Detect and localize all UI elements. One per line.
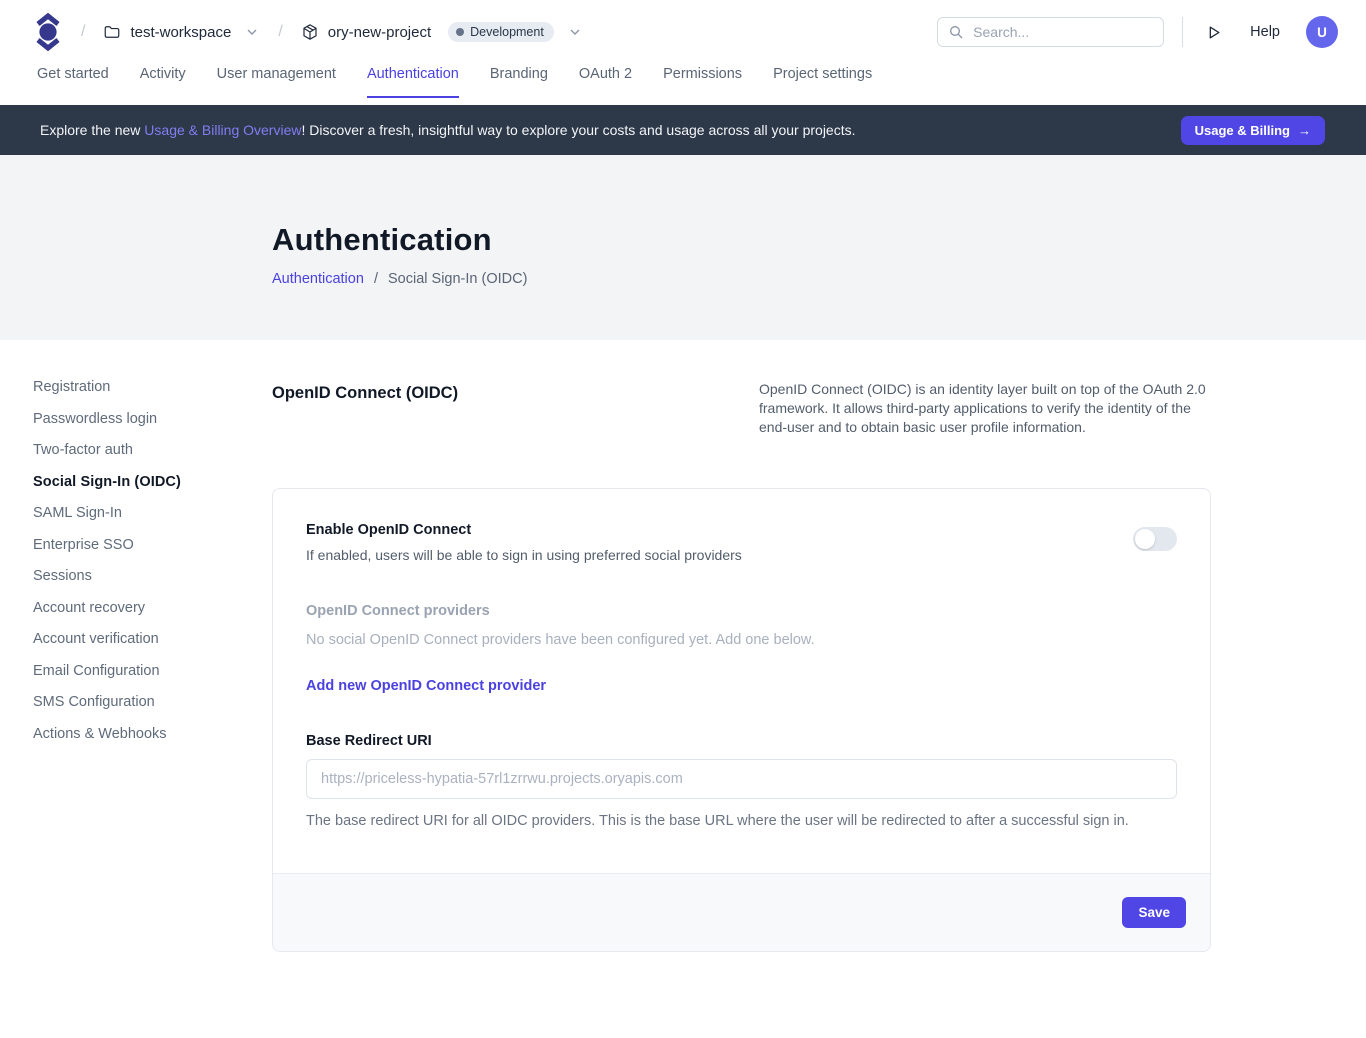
folder-icon — [103, 23, 121, 41]
providers-empty-text: No social OpenID Connect providers have … — [306, 632, 1177, 648]
search-input[interactable] — [973, 24, 1153, 40]
environment-dot-icon — [456, 28, 464, 36]
play-icon[interactable] — [1205, 24, 1222, 41]
tab-get-started[interactable]: Get started — [37, 66, 109, 98]
add-provider-link[interactable]: Add new OpenID Connect provider — [306, 678, 546, 694]
package-icon — [301, 23, 319, 41]
base-redirect-uri-input[interactable] — [306, 759, 1177, 799]
oidc-settings-card: Enable OpenID Connect If enabled, users … — [272, 488, 1211, 952]
tab-permissions[interactable]: Permissions — [663, 66, 742, 98]
arrow-right-icon: → — [1298, 123, 1311, 138]
sidebar-item-passwordless-login[interactable]: Passwordless login — [33, 412, 272, 426]
sidebar-item-sms-configuration[interactable]: SMS Configuration — [33, 695, 272, 709]
tab-user-management[interactable]: User management — [217, 66, 336, 98]
page-hero: Authentication Authentication / Social S… — [0, 155, 1366, 340]
tab-project-settings[interactable]: Project settings — [773, 66, 872, 98]
breadcrumb-separator: / — [81, 23, 85, 41]
sidebar-item-enterprise-sso[interactable]: Enterprise SSO — [33, 538, 272, 552]
tab-authentication[interactable]: Authentication — [367, 66, 459, 98]
section-description: OpenID Connect (OIDC) is an identity lay… — [759, 380, 1211, 437]
sidebar-item-saml-sign-in[interactable]: SAML Sign-In — [33, 506, 272, 520]
breadcrumb-current: Social Sign-In (OIDC) — [388, 271, 527, 287]
help-link[interactable]: Help — [1250, 24, 1280, 40]
banner-text-before: Explore the new — [40, 122, 144, 138]
sidebar-item-account-recovery[interactable]: Account recovery — [33, 601, 272, 615]
base-redirect-uri-help: The base redirect URI for all OIDC provi… — [306, 813, 1177, 873]
chevron-down-icon — [567, 24, 583, 40]
settings-sidenav: Registration Passwordless login Two-factor… — [0, 380, 272, 952]
page-title: Authentication — [272, 222, 1366, 258]
breadcrumb-authentication-link[interactable]: Authentication — [272, 271, 364, 287]
avatar[interactable]: U — [1306, 16, 1338, 48]
enable-oidc-title: Enable OpenID Connect — [306, 522, 742, 538]
search-box — [937, 17, 1164, 47]
tab-oauth-2[interactable]: OAuth 2 — [579, 66, 632, 98]
sidebar-item-registration[interactable]: Registration — [33, 380, 272, 394]
section-title: OpenID Connect (OIDC) — [272, 380, 458, 403]
enable-oidc-description: If enabled, users will be able to sign i… — [306, 547, 742, 563]
usage-billing-banner: Explore the new Usage & Billing Overview… — [0, 105, 1366, 155]
card-footer: Save — [273, 873, 1210, 951]
tab-activity[interactable]: Activity — [140, 66, 186, 98]
sidebar-item-two-factor-auth[interactable]: Two-factor auth — [33, 443, 272, 457]
providers-label: OpenID Connect providers — [306, 603, 1177, 619]
project-name: ory-new-project — [328, 24, 431, 41]
banner-text-after: ! Discover a fresh, insightful way to ex… — [301, 122, 855, 138]
base-redirect-uri-label: Base Redirect URI — [306, 733, 1177, 749]
sidebar-item-email-configuration[interactable]: Email Configuration — [33, 664, 272, 678]
sidebar-item-social-sign-in-oidc-[interactable]: Social Sign-In (OIDC) — [33, 475, 272, 489]
sidebar-item-account-verification[interactable]: Account verification — [33, 632, 272, 646]
breadcrumb: Authentication / Social Sign-In (OIDC) — [272, 271, 1366, 287]
content-area: Registration Passwordless login Two-factor… — [0, 340, 1366, 952]
usage-billing-button-label: Usage & Billing — [1195, 123, 1290, 138]
sidebar-item-sessions[interactable]: Sessions — [33, 569, 272, 583]
tab-branding[interactable]: Branding — [490, 66, 548, 98]
environment-label: Development — [470, 25, 544, 39]
banner-message: Explore the new Usage & Billing Overview… — [40, 122, 856, 138]
breadcrumb-separator: / — [278, 23, 282, 41]
ory-logo-icon[interactable] — [33, 11, 63, 53]
section-header: OpenID Connect (OIDC) OpenID Connect (OI… — [272, 380, 1211, 437]
breadcrumb-separator: / — [374, 271, 378, 287]
usage-billing-overview-link[interactable]: Usage & Billing Overview — [144, 122, 301, 138]
workspace-selector[interactable]: test-workspace — [103, 23, 260, 41]
top-header: / test-workspace / ory-new-project Devel… — [0, 0, 1366, 64]
enable-oidc-toggle[interactable] — [1133, 527, 1177, 551]
main-panel: OpenID Connect (OIDC) OpenID Connect (OI… — [272, 380, 1211, 952]
chevron-down-icon — [244, 24, 260, 40]
search-icon — [948, 24, 964, 40]
sidebar-item-actions-webhooks[interactable]: Actions & Webhooks — [33, 727, 272, 741]
save-button[interactable]: Save — [1122, 897, 1186, 928]
project-selector[interactable]: ory-new-project Development — [301, 22, 583, 42]
usage-billing-button[interactable]: Usage & Billing → — [1181, 116, 1325, 145]
workspace-name: test-workspace — [130, 24, 231, 41]
environment-badge: Development — [448, 22, 554, 42]
enable-oidc-row: Enable OpenID Connect If enabled, users … — [306, 522, 1177, 563]
project-nav-tabs: Get started Activity User management Authen… — [0, 64, 1366, 105]
header-divider — [1182, 17, 1183, 47]
toggle-knob-icon — [1135, 529, 1155, 549]
